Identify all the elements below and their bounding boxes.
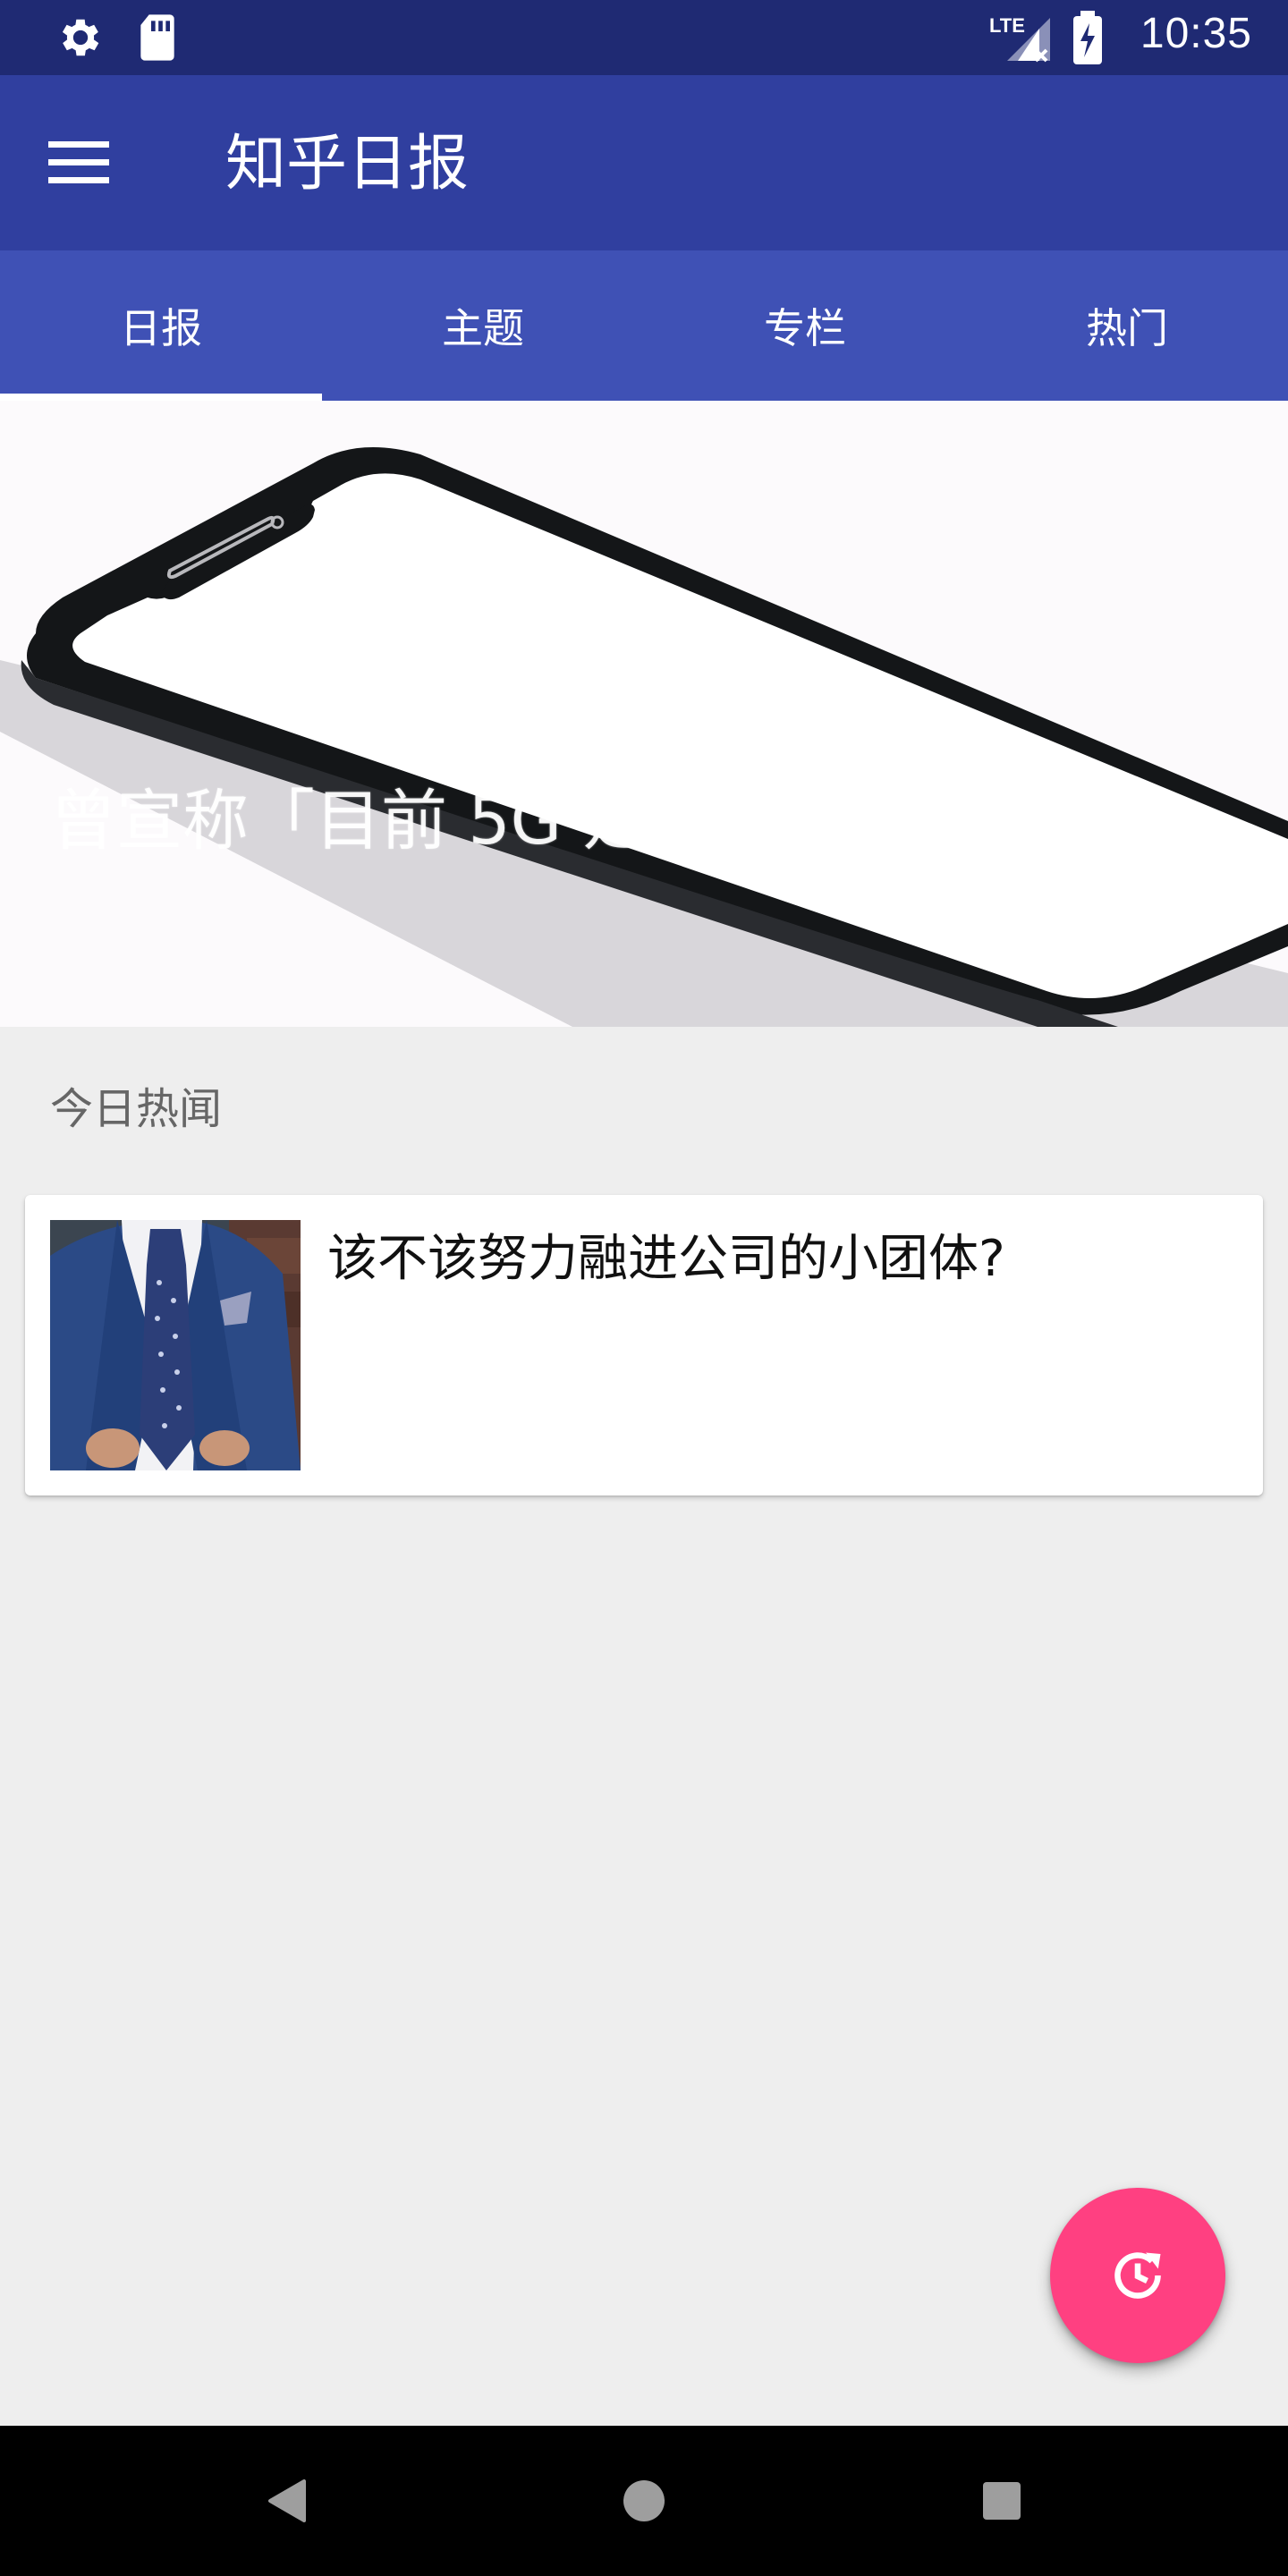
back-icon [268,2479,306,2522]
tab-themes[interactable]: 主题 [322,250,644,401]
story-thumbnail [50,1220,301,1470]
tab-label: 热门 [1086,304,1168,352]
refresh-clock-icon [1114,2252,1161,2299]
home-button[interactable] [612,2469,676,2533]
top-story-banner[interactable]: 曾宣称「目前 5G 是个坑」，怎么理解？ [0,401,1288,1027]
signal-icon: LTE [989,11,1052,68]
recents-button[interactable] [970,2469,1034,2533]
battery-charging-icon [1072,11,1104,68]
status-time: 10:35 [1140,10,1252,57]
section-header: 今日热闻 [50,1084,223,1134]
tab-label: 专栏 [764,304,846,352]
banner-title: 曾宣称「目前 5G 是个坑」，怎么理解？ [50,783,1212,860]
tab-columns[interactable]: 专栏 [644,250,966,401]
back-button[interactable] [254,2469,318,2533]
sd-card-icon [136,13,179,66]
app-bar: 知乎日报 [0,75,1288,250]
app-title: 知乎日报 [225,129,470,199]
tab-hot[interactable]: 热门 [966,250,1288,401]
gear-icon [55,13,106,66]
system-nav-bar [0,2426,1288,2576]
story-title: 该不该努力融进公司的小团体? [327,1230,1005,1288]
refresh-fab[interactable] [1050,2188,1225,2363]
tab-label: 日报 [120,304,202,352]
story-card[interactable]: 该不该努力融进公司的小团体? [25,1195,1263,1496]
menu-button[interactable] [36,127,122,199]
tab-label: 主题 [442,304,524,352]
home-icon [623,2480,665,2521]
recents-icon [983,2482,1021,2520]
network-label: LTE [989,14,1025,37]
tab-daily[interactable]: 日报 [0,250,322,401]
tab-bar: 日报 主题 专栏 热门 [0,250,1288,401]
status-bar: LTE 10:35 [0,0,1288,75]
hamburger-menu-icon [48,141,109,183]
banner-image [0,447,1288,1027]
